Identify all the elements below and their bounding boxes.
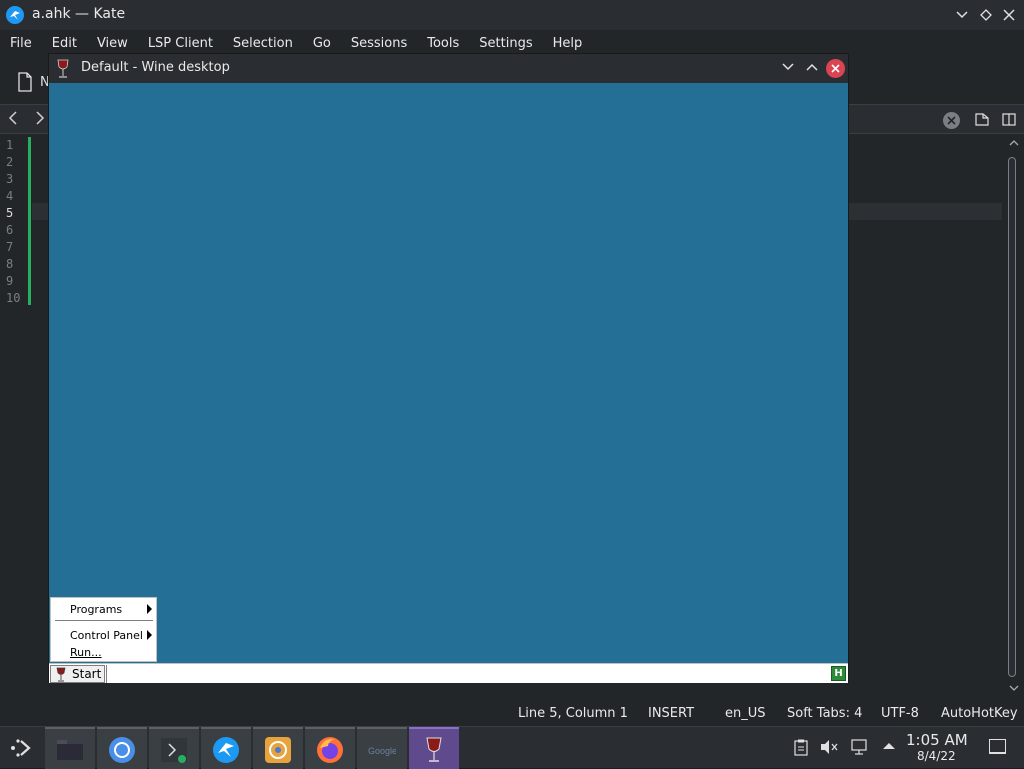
- wine-desktop-window[interactable]: Default - Wine desktop Programs Control …: [48, 53, 849, 683]
- line-number: 9: [6, 274, 14, 288]
- line-number-current: 5: [6, 206, 14, 220]
- kate-app-icon: [6, 6, 24, 24]
- submenu-arrow-icon: [147, 630, 152, 640]
- wine-taskbar: Start H: [49, 663, 848, 683]
- wine-glass-icon: [57, 59, 69, 79]
- task-chromium[interactable]: [97, 727, 147, 769]
- line-number: 10: [6, 291, 21, 305]
- plasma-panel: Google 1:05 AM 8/4/22: [0, 726, 1024, 769]
- modified-lines-marker: [28, 137, 31, 305]
- maximize-icon[interactable]: [977, 6, 995, 24]
- menu-separator: [55, 620, 153, 621]
- wine-close-icon[interactable]: [826, 59, 845, 78]
- line-number: 4: [6, 189, 14, 203]
- task-google[interactable]: Google: [357, 727, 407, 769]
- wine-glass-icon: [56, 667, 66, 682]
- line-number: 3: [6, 172, 14, 186]
- task-wine[interactable]: [409, 727, 459, 769]
- wine-window-title: Default - Wine desktop: [81, 60, 230, 75]
- syntax-mode-selector[interactable]: AutoHotKey: [941, 706, 1018, 721]
- clock-time[interactable]: 1:05 AM: [906, 731, 968, 749]
- line-number: 2: [6, 155, 14, 169]
- close-icon[interactable]: [1000, 6, 1018, 24]
- wine-minimize-icon[interactable]: [779, 60, 796, 77]
- clipboard-icon[interactable]: [792, 739, 810, 757]
- wine-titlebar[interactable]: Default - Wine desktop: [49, 54, 848, 83]
- input-mode[interactable]: INSERT: [648, 706, 694, 721]
- minimize-icon[interactable]: [953, 6, 971, 24]
- window-title: a.ahk — Kate: [32, 6, 126, 22]
- task-firefox[interactable]: [305, 727, 355, 769]
- wine-glass-icon: [426, 737, 442, 762]
- quick-open-icon[interactable]: [975, 112, 991, 128]
- task-file-manager[interactable]: [45, 727, 95, 769]
- chromium-icon: [109, 737, 135, 763]
- wine-maximize-icon[interactable]: [803, 60, 820, 77]
- previous-tab-icon[interactable]: [8, 111, 24, 127]
- encoding-selector[interactable]: UTF-8: [881, 706, 919, 721]
- scrollbar-thumb[interactable]: [1008, 157, 1016, 677]
- cursor-position[interactable]: Line 5, Column 1: [518, 706, 628, 721]
- show-desktop-icon[interactable]: [989, 739, 1006, 754]
- line-number: 7: [6, 240, 14, 254]
- line-number-gutter[interactable]: 1 2 3 4 5 6 7 8 9 10: [0, 135, 31, 700]
- task-blender[interactable]: [253, 727, 303, 769]
- taskbar-separator: [106, 665, 107, 683]
- kate-titlebar[interactable]: a.ahk — Kate: [0, 0, 1024, 30]
- wine-start-menu: Programs Control Panel Run...: [50, 597, 157, 662]
- start-menu-programs[interactable]: Programs: [70, 603, 122, 616]
- terminal-icon: [161, 738, 187, 763]
- wine-tray-icon[interactable]: H: [831, 666, 846, 681]
- line-number: 6: [6, 223, 14, 237]
- indentation-settings[interactable]: Soft Tabs: 4: [787, 706, 862, 721]
- line-number: 8: [6, 257, 14, 271]
- kate-icon: [213, 737, 239, 763]
- scroll-up-icon[interactable]: [1008, 139, 1020, 149]
- network-icon[interactable]: [851, 739, 869, 757]
- dictionary-selector[interactable]: en_US: [725, 706, 766, 721]
- new-document-icon: [18, 72, 32, 92]
- task-konsole[interactable]: [149, 727, 199, 769]
- google-icon: Google: [368, 746, 396, 756]
- start-label: Start: [72, 667, 102, 681]
- vertical-scrollbar[interactable]: [1004, 135, 1022, 700]
- menu-file[interactable]: File: [0, 32, 42, 56]
- task-kate[interactable]: [201, 727, 251, 769]
- tray-expand-icon[interactable]: [880, 739, 898, 757]
- start-menu-control-panel[interactable]: Control Panel: [70, 629, 143, 642]
- split-view-icon[interactable]: [1002, 112, 1018, 128]
- application-launcher-icon[interactable]: [8, 735, 34, 761]
- wine-start-button[interactable]: Start: [50, 665, 105, 683]
- close-tab-icon[interactable]: [943, 112, 960, 129]
- submenu-arrow-icon: [147, 604, 152, 614]
- google-label: Google: [368, 746, 396, 756]
- firefox-icon: [317, 737, 343, 763]
- blender-icon: [265, 737, 291, 763]
- folder-icon: [57, 740, 83, 760]
- scroll-down-icon[interactable]: [1008, 685, 1020, 695]
- clock-date[interactable]: 8/4/22: [917, 749, 956, 763]
- volume-muted-icon[interactable]: [820, 739, 838, 757]
- line-number: 1: [6, 138, 14, 152]
- statusbar: Line 5, Column 1 INSERT en_US Soft Tabs:…: [0, 700, 1024, 726]
- start-menu-run[interactable]: Run...: [70, 646, 102, 659]
